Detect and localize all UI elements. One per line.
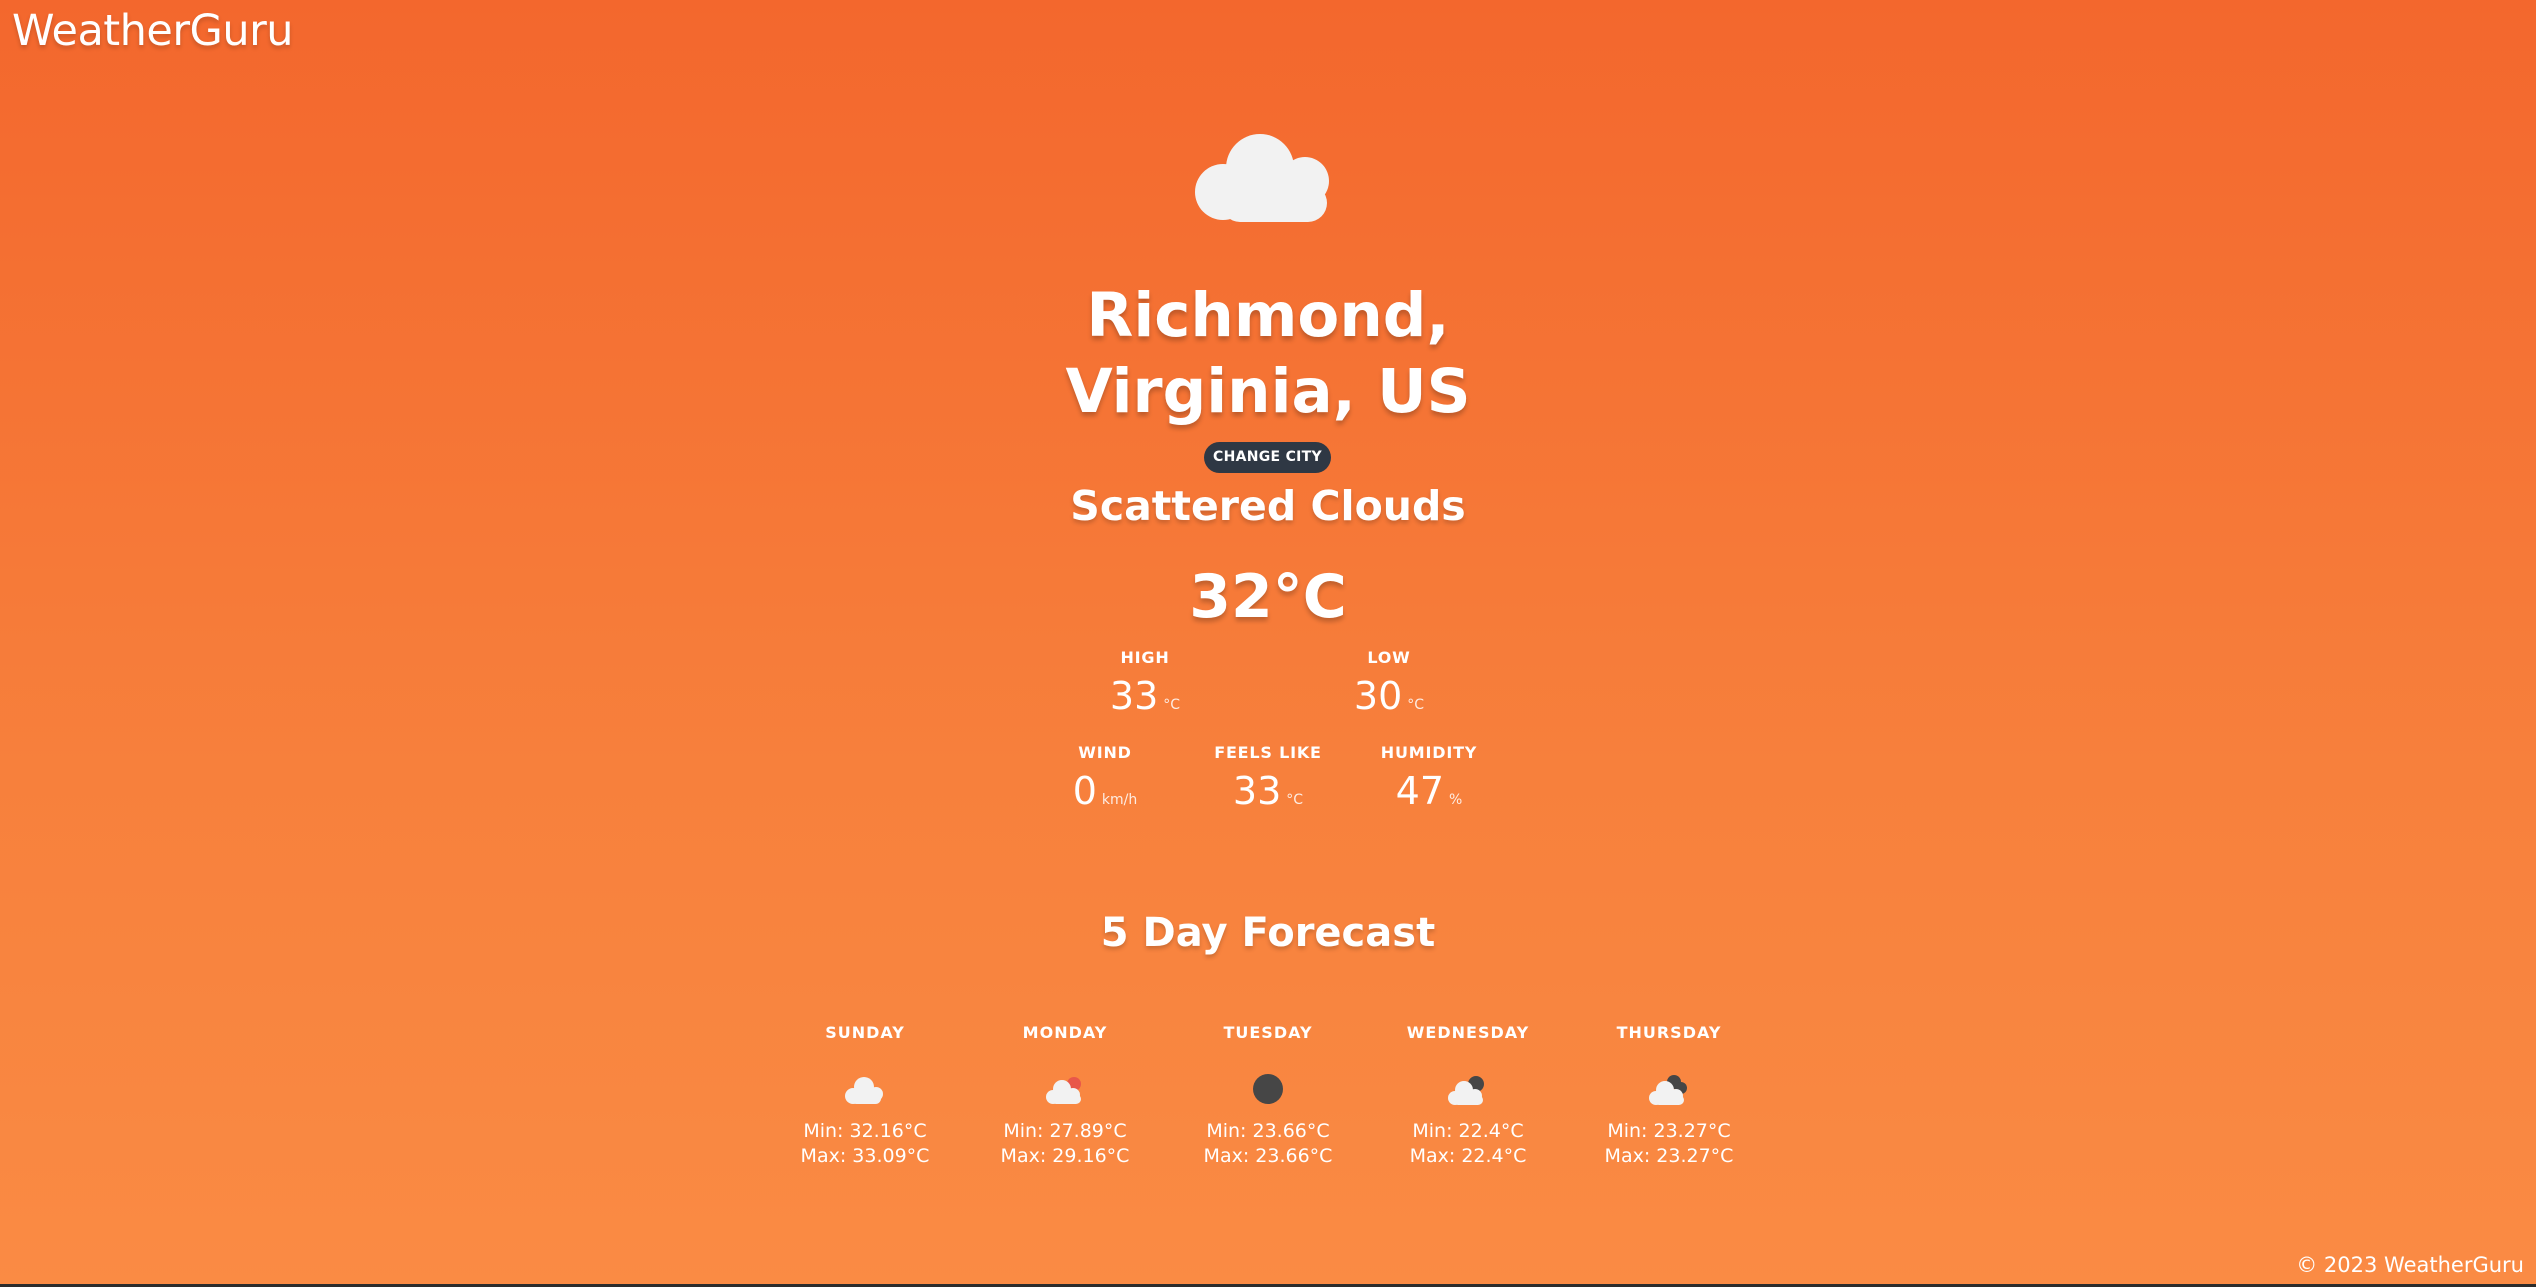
humidity-value-wrap: 47% bbox=[1339, 769, 1519, 813]
change-city-button[interactable]: CHANGE CITY bbox=[1204, 442, 1331, 473]
low-unit: °C bbox=[1407, 697, 1425, 713]
forecast-title: 5 Day Forecast bbox=[1100, 910, 1436, 956]
forecast-day-name: THURSDAY bbox=[1616, 1023, 1722, 1042]
low-value: 30 bbox=[1353, 674, 1403, 718]
humidity-unit: % bbox=[1449, 792, 1463, 808]
cloud-icon bbox=[845, 1077, 883, 1104]
high-unit: °C bbox=[1163, 697, 1181, 713]
cloud-icon bbox=[1195, 134, 1329, 222]
forecast-day: THURSDAY Min: 23.27°C Max: 23.27°C bbox=[1569, 1023, 1769, 1169]
low-value-wrap: 30 °C bbox=[1299, 674, 1479, 718]
feels-like-stat: FEELS LIKE 33 °C bbox=[1178, 743, 1358, 813]
feels-like-label: FEELS LIKE bbox=[1214, 743, 1322, 762]
high-value: 33 bbox=[1109, 674, 1159, 718]
app-logo[interactable]: WeatherGuru bbox=[12, 6, 294, 56]
wind-unit: km/h bbox=[1101, 792, 1138, 808]
forecast-max: Max: 23.27°C bbox=[1604, 1145, 1734, 1167]
wind-value: 0 bbox=[1072, 769, 1097, 813]
cloud-sun-icon bbox=[1046, 1077, 1081, 1104]
city-line-2: Virginia, US bbox=[1065, 356, 1471, 427]
humidity-value: 47 bbox=[1395, 769, 1445, 813]
forecast-min: Min: 27.89°C bbox=[1003, 1120, 1127, 1142]
forecast-max: Max: 23.66°C bbox=[1203, 1145, 1333, 1167]
forecast-min: Min: 22.4°C bbox=[1412, 1120, 1524, 1142]
high-value-wrap: 33 °C bbox=[1055, 674, 1235, 718]
low-label: LOW bbox=[1367, 648, 1411, 667]
weather-condition: Scattered Clouds bbox=[1070, 482, 1466, 530]
forecast-day: TUESDAY Min: 23.66°C Max: 23.66°C bbox=[1168, 1023, 1368, 1169]
feels-like-value-wrap: 33 °C bbox=[1178, 769, 1358, 813]
current-temperature: 32°C bbox=[1189, 562, 1347, 632]
city-name: Richmond, Virginia, US bbox=[0, 278, 2536, 430]
wind-label: WIND bbox=[1078, 743, 1132, 762]
humidity-stat: HUMIDITY 47% bbox=[1339, 743, 1519, 813]
feels-like-unit: °C bbox=[1286, 792, 1304, 808]
city-line-1: Richmond, bbox=[1086, 280, 1450, 351]
wind-value-wrap: 0 km/h bbox=[1015, 769, 1195, 813]
forecast-day: SUNDAY Min: 32.16°C Max: 33.09°C bbox=[765, 1023, 965, 1169]
forecast-day: WEDNESDAY Min: 22.4°C Max: 22.4°C bbox=[1368, 1023, 1568, 1169]
forecast-max: Max: 29.16°C bbox=[1000, 1145, 1130, 1167]
forecast-min: Min: 23.27°C bbox=[1607, 1120, 1731, 1142]
high-label: HIGH bbox=[1120, 648, 1170, 667]
forecast-min: Min: 32.16°C bbox=[803, 1120, 927, 1142]
feels-like-value: 33 bbox=[1232, 769, 1282, 813]
forecast-day: MONDAY Min: 27.89°C Max: 29.16°C bbox=[965, 1023, 1165, 1169]
forecast-day-name: TUESDAY bbox=[1223, 1023, 1313, 1042]
forecast-day-name: WEDNESDAY bbox=[1406, 1023, 1530, 1042]
forecast-max: Max: 22.4°C bbox=[1409, 1145, 1527, 1167]
high-stat: HIGH 33 °C bbox=[1055, 648, 1235, 718]
forecast-max: Max: 33.09°C bbox=[800, 1145, 930, 1167]
cloud-dark-multi-icon bbox=[1649, 1075, 1687, 1105]
cloud-dark-icon bbox=[1448, 1076, 1484, 1105]
dark-circle-icon bbox=[1253, 1074, 1283, 1104]
forecast-min: Min: 23.66°C bbox=[1206, 1120, 1330, 1142]
humidity-label: HUMIDITY bbox=[1380, 743, 1478, 762]
low-stat: LOW 30 °C bbox=[1299, 648, 1479, 718]
forecast-day-name: SUNDAY bbox=[825, 1023, 905, 1042]
forecast-day-name: MONDAY bbox=[1022, 1023, 1108, 1042]
footer-copyright: © 2023 WeatherGuru bbox=[2296, 1253, 2524, 1277]
wind-stat: WIND 0 km/h bbox=[1015, 743, 1195, 813]
